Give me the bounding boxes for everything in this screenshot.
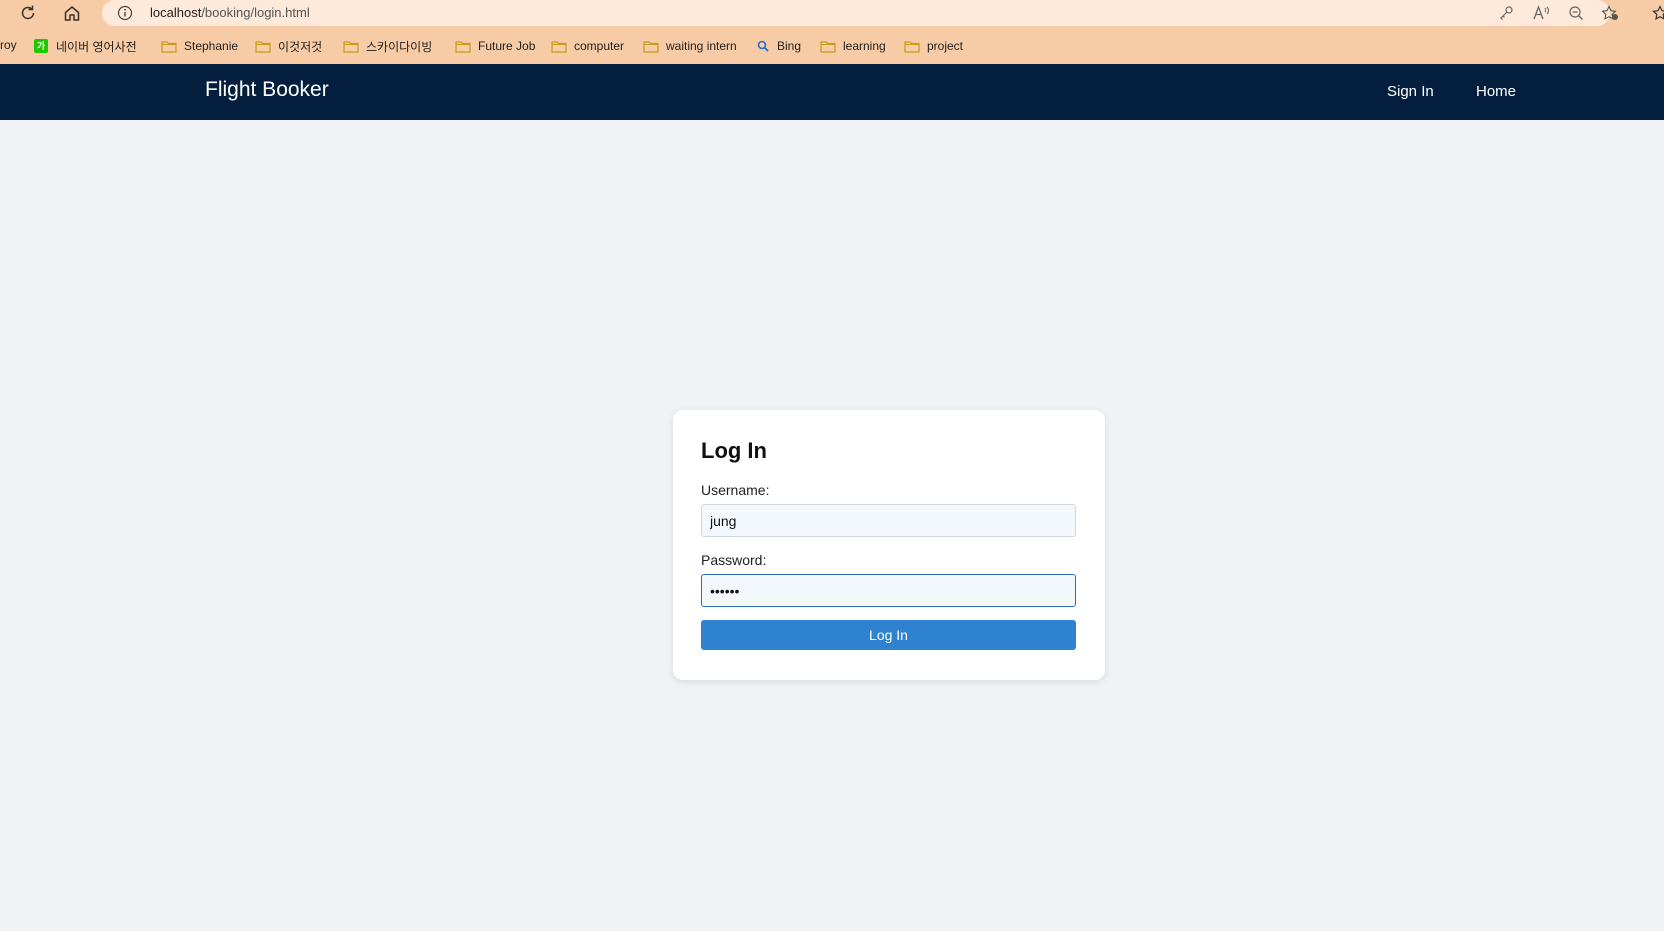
bookmark-bing[interactable]: Bing [757, 36, 801, 56]
folder-icon [904, 40, 920, 53]
bookmark-naver-dictionary[interactable]: 가 네이버 영어사전 [34, 36, 137, 56]
bookmark-future-job[interactable]: Future Job [455, 36, 535, 56]
username-field[interactable] [701, 504, 1076, 537]
browser-toolbar: localhost/booking/login.html [0, 0, 1664, 27]
folder-icon [455, 40, 471, 53]
bookmark-waiting-intern[interactable]: waiting intern [643, 36, 737, 56]
folder-icon [343, 40, 359, 53]
read-aloud-icon[interactable] [1530, 3, 1552, 23]
favorite-add-icon[interactable] [1599, 3, 1621, 23]
folder-icon [551, 40, 567, 53]
password-label: Password: [701, 552, 767, 568]
bookmark-misc[interactable]: 이것저것 [255, 36, 322, 56]
bookmark-label: computer [574, 39, 625, 53]
bookmark-label: 이것저것 [278, 39, 323, 54]
bookmark-label: 네이버 영어사전 [56, 39, 137, 54]
bookmark-learning[interactable]: learning [820, 36, 886, 56]
folder-icon [255, 40, 271, 53]
bookmark-label: Bing [777, 39, 802, 53]
url-text[interactable]: localhost/booking/login.html [150, 5, 310, 20]
nav-home[interactable]: Home [1476, 83, 1516, 100]
folder-icon [643, 40, 659, 53]
username-label: Username: [701, 482, 770, 498]
bookmark-skydiving[interactable]: 스카이다이빙 [343, 36, 432, 56]
bookmark-truncated[interactable]: roy [0, 38, 17, 52]
site-info-icon[interactable] [116, 4, 134, 22]
brand-logo[interactable]: Flight Booker [205, 78, 329, 102]
home-icon[interactable] [60, 2, 84, 24]
naver-dictionary-icon: 가 [34, 39, 48, 53]
folder-icon [161, 40, 177, 53]
bookmark-label: project [927, 39, 964, 53]
bookmark-project[interactable]: project [904, 36, 963, 56]
login-title: Log In [701, 438, 767, 463]
login-button[interactable]: Log In [701, 620, 1076, 650]
key-icon[interactable] [1495, 3, 1517, 23]
site-header: Flight Booker Sign In Home [0, 64, 1664, 120]
bookmark-label: 스카이다이빙 [366, 39, 433, 54]
url-host: localhost [150, 5, 202, 20]
bookmark-label: roy [0, 38, 17, 52]
bookmark-label: Future Job [478, 39, 536, 53]
folder-icon [820, 40, 836, 53]
bookmark-computer[interactable]: computer [551, 36, 624, 56]
bookmark-label: learning [843, 39, 886, 53]
bookmark-label: Stephanie [184, 39, 239, 53]
password-field[interactable] [701, 574, 1076, 607]
zoom-out-icon[interactable] [1565, 3, 1587, 23]
url-path: /booking/login.html [201, 5, 310, 20]
bookmark-stephanie[interactable]: Stephanie [161, 36, 238, 56]
bookmarks-bar: roy 가 네이버 영어사전 Stephanie 이것저것 스카이다이빙 Fut… [0, 27, 1664, 64]
refresh-icon[interactable] [16, 2, 40, 24]
nav-sign-in[interactable]: Sign In [1387, 83, 1434, 100]
search-icon [757, 40, 769, 52]
address-bar[interactable]: localhost/booking/login.html [102, 0, 1618, 26]
login-card: Log In Username: Password: Log In [673, 410, 1105, 680]
bookmark-label: waiting intern [666, 39, 737, 53]
favorites-icon[interactable] [1648, 2, 1664, 24]
